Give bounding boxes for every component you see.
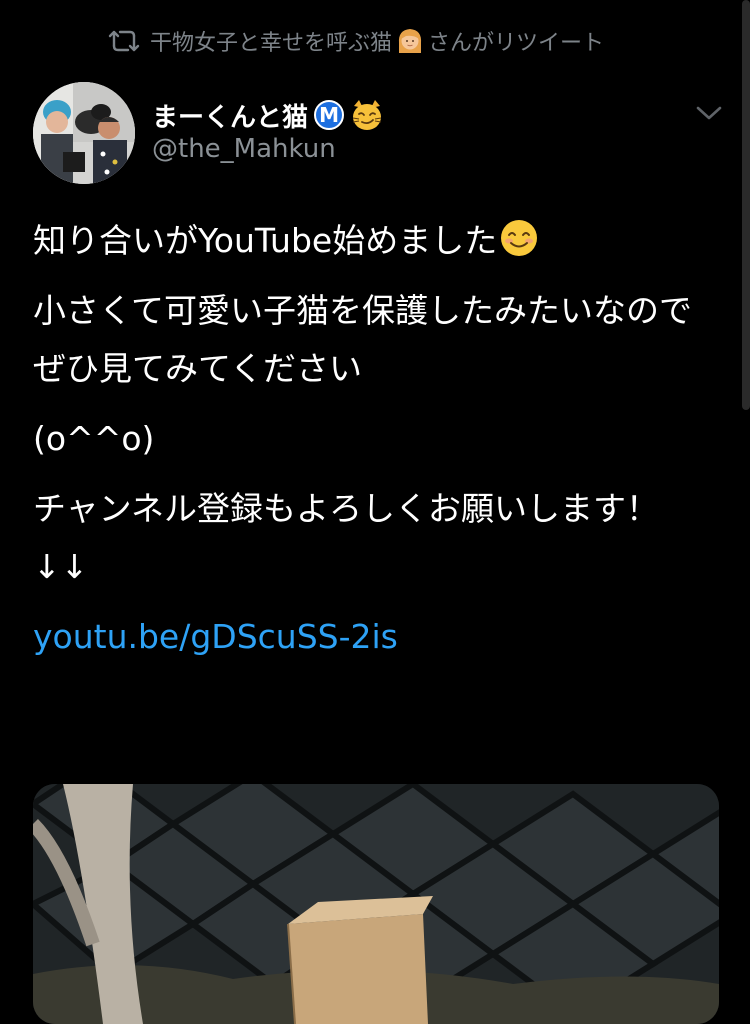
photo-thumbnail: [33, 784, 719, 1024]
author-handle[interactable]: @the_Mahkun: [152, 134, 336, 164]
retweet-header[interactable]: 干物女子と幸せを呼ぶ猫 さんがリツイート: [108, 24, 604, 58]
chevron-down-icon[interactable]: [694, 102, 724, 124]
tweet-media[interactable]: [33, 784, 719, 1024]
avatar[interactable]: [33, 82, 135, 184]
scrollbar[interactable]: [742, 0, 750, 410]
m-badge-icon: M: [314, 100, 345, 130]
avatar-photo: [33, 82, 135, 184]
tweet-arrows: ↓↓: [33, 547, 89, 586]
smiling-face-emoji: [501, 220, 538, 256]
retweet-label: さんがリツイート: [428, 31, 605, 56]
retweet-icon: [108, 30, 140, 52]
woman-blond-emoji: [398, 29, 422, 53]
smirking-cat-emoji: [352, 100, 382, 130]
tweet-paragraph-2: 小さくて可愛い子猫を保護したみたいなのでぜひ見てみてください: [33, 291, 693, 388]
retweeter-name[interactable]: 干物女子と幸せを呼ぶ猫: [150, 25, 392, 57]
author-display-name[interactable]: まーくんと猫: [152, 97, 308, 134]
tweet-link[interactable]: youtu.be/gDScuSS-2is: [33, 617, 398, 656]
tweet-line-1: 知り合いがYouTube始めました: [33, 212, 713, 270]
tweet-line-1-text: 知り合いがYouTube始めました: [33, 221, 498, 260]
tweet-paragraph-4: チャンネル登録もよろしくお願いします！: [33, 489, 660, 528]
tweet-paragraph-3: (o^^o): [33, 419, 155, 458]
tweet-text: 知り合いがYouTube始めました 小さくて可愛い子猫を保護したみたいなのでぜひ…: [33, 212, 713, 666]
author-name-row[interactable]: まーくんと猫 M: [152, 96, 384, 134]
